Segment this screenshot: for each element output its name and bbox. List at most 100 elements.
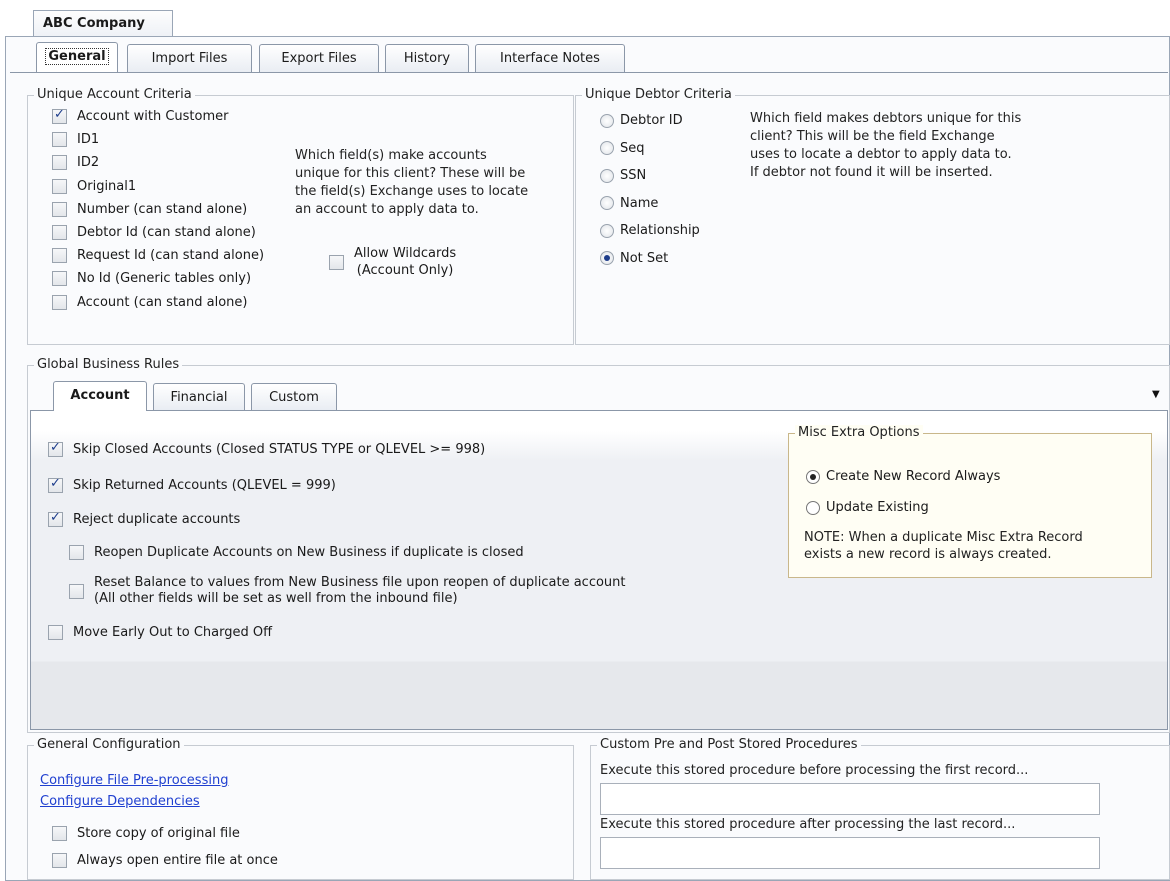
account-criteria-checkbox[interactable]: ID2 bbox=[52, 155, 99, 171]
account-criteria-box[interactable] bbox=[52, 132, 67, 148]
company-tab[interactable]: ABC Company bbox=[33, 10, 173, 37]
tab-interface-notes[interactable]: Interface Notes bbox=[475, 44, 625, 72]
reopen-duplicates-checkbox[interactable]: Reopen Duplicate Accounts on New Busines… bbox=[69, 545, 524, 560]
reject-duplicates-label: Reject duplicate accounts bbox=[73, 512, 241, 527]
create-new-record-radio[interactable]: Create New Record Always bbox=[806, 469, 1000, 484]
chevron-down-icon[interactable]: ▼ bbox=[1152, 389, 1160, 400]
debtor-criteria-radio[interactable]: Seq bbox=[600, 141, 645, 156]
account-criteria-box[interactable] bbox=[52, 107, 67, 124]
after-procedure-label: Execute this stored procedure after proc… bbox=[600, 817, 1016, 832]
update-existing-radio[interactable]: Update Existing bbox=[806, 500, 929, 515]
debtor-criteria-label: Seq bbox=[620, 140, 645, 156]
stored-procedures-title: Custom Pre and Post Stored Procedures bbox=[597, 737, 861, 753]
account-criteria-box[interactable] bbox=[52, 248, 67, 264]
unique-account-help-line: an account to apply data to. bbox=[295, 202, 479, 217]
debtor-criteria-radio-button[interactable] bbox=[600, 141, 614, 155]
account-criteria-box[interactable] bbox=[52, 178, 67, 194]
skip-closed-accounts-label: Skip Closed Accounts (Closed STATUS TYPE… bbox=[73, 442, 486, 457]
debtor-criteria-radio[interactable]: Not Set bbox=[600, 251, 668, 266]
debtor-criteria-label: Debtor ID bbox=[620, 113, 683, 128]
account-criteria-box[interactable] bbox=[52, 271, 67, 287]
tab-strip-line bbox=[10, 72, 1168, 73]
store-copy-label: Store copy of original file bbox=[77, 826, 240, 841]
global-business-rules-title: Global Business Rules bbox=[34, 357, 183, 373]
debtor-criteria-radio[interactable]: Name bbox=[600, 196, 658, 211]
before-procedure-label: Execute this stored procedure before pro… bbox=[600, 763, 1029, 778]
move-early-out-box[interactable] bbox=[48, 625, 63, 640]
debtor-criteria-radio-button[interactable] bbox=[600, 223, 614, 238]
after-procedure-input[interactable] bbox=[600, 837, 1100, 869]
reject-duplicates-box[interactable] bbox=[48, 510, 63, 527]
tab-financial[interactable]: Financial bbox=[153, 383, 245, 410]
update-existing-radio-button[interactable] bbox=[806, 500, 820, 515]
unique-account-help: Which field(s) make accounts unique for … bbox=[295, 147, 528, 219]
debtor-criteria-label: Relationship bbox=[620, 223, 700, 238]
account-criteria-box[interactable] bbox=[52, 294, 67, 310]
unique-debtor-help-line: client? This will be the field Exchange bbox=[750, 129, 995, 144]
account-criteria-box[interactable] bbox=[52, 201, 67, 217]
account-criteria-checkbox[interactable]: Account (can stand alone) bbox=[52, 294, 248, 310]
skip-closed-accounts-checkbox[interactable]: Skip Closed Accounts (Closed STATUS TYPE… bbox=[48, 440, 486, 457]
debtor-criteria-radio-button[interactable] bbox=[600, 251, 614, 265]
configure-preprocessing-link[interactable]: Configure File Pre-processing bbox=[40, 773, 228, 788]
store-copy-checkbox[interactable]: Store copy of original file bbox=[52, 826, 240, 841]
open-entire-file-box[interactable] bbox=[52, 853, 67, 868]
allow-wildcards-checkbox[interactable]: Allow Wildcards (Account Only) bbox=[329, 245, 456, 279]
skip-returned-accounts-checkbox[interactable]: Skip Returned Accounts (QLEVEL = 999) bbox=[48, 476, 336, 493]
tab-import-files-label: Import Files bbox=[151, 51, 228, 66]
before-procedure-input[interactable] bbox=[600, 783, 1100, 815]
debtor-criteria-radio[interactable]: Relationship bbox=[600, 223, 700, 238]
unique-account-help-line: unique for this client? These will be bbox=[295, 166, 526, 181]
debtor-criteria-radio-button[interactable] bbox=[600, 113, 614, 128]
open-entire-file-checkbox[interactable]: Always open entire file at once bbox=[52, 853, 278, 868]
account-criteria-checkbox[interactable]: ID1 bbox=[52, 132, 99, 148]
create-new-record-radio-button[interactable] bbox=[806, 469, 820, 484]
configure-dependencies-link[interactable]: Configure Dependencies bbox=[40, 794, 200, 809]
account-criteria-checkbox[interactable]: Request Id (can stand alone) bbox=[52, 248, 265, 264]
tab-general[interactable]: General bbox=[36, 42, 118, 72]
account-criteria-checkbox[interactable]: No Id (Generic tables only) bbox=[52, 271, 251, 287]
company-tab-label: ABC Company bbox=[43, 16, 145, 31]
misc-extra-note-line: NOTE: When a duplicate Misc Extra Record bbox=[804, 530, 1083, 545]
debtor-criteria-radio[interactable]: SSN bbox=[600, 168, 646, 183]
misc-extra-options-title: Misc Extra Options bbox=[795, 425, 923, 441]
reset-balance-checkbox[interactable]: Reset Balance to values from New Busines… bbox=[69, 575, 626, 607]
debtor-criteria-radio[interactable]: Debtor ID bbox=[600, 113, 683, 128]
account-criteria-checkbox[interactable]: Original1 bbox=[52, 178, 136, 194]
move-early-out-label: Move Early Out to Charged Off bbox=[73, 625, 273, 640]
allow-wildcards-label: Allow Wildcards bbox=[354, 246, 457, 261]
reject-duplicates-checkbox[interactable]: Reject duplicate accounts bbox=[48, 510, 241, 527]
account-criteria-checkbox[interactable]: Debtor Id (can stand alone) bbox=[52, 225, 256, 240]
allow-wildcards-box[interactable] bbox=[329, 254, 344, 270]
open-entire-file-label: Always open entire file at once bbox=[77, 853, 278, 868]
tab-history-label: History bbox=[403, 51, 451, 66]
tab-account[interactable]: Account bbox=[53, 381, 147, 411]
reset-balance-sublabel: (All other fields will be set as well fr… bbox=[94, 591, 458, 606]
account-criteria-box[interactable] bbox=[52, 155, 67, 171]
account-criteria-box[interactable] bbox=[52, 225, 67, 240]
tab-history[interactable]: History bbox=[385, 44, 469, 72]
unique-debtor-help-line: Which field makes debtors unique for thi… bbox=[750, 111, 1022, 126]
skip-closed-accounts-box[interactable] bbox=[48, 440, 63, 457]
tab-import-files[interactable]: Import Files bbox=[127, 44, 252, 72]
tab-financial-label: Financial bbox=[170, 390, 228, 405]
store-copy-box[interactable] bbox=[52, 826, 67, 841]
account-criteria-checkbox[interactable]: Number (can stand alone) bbox=[52, 201, 247, 217]
skip-returned-accounts-label: Skip Returned Accounts (QLEVEL = 999) bbox=[73, 478, 336, 493]
unique-account-criteria-title: Unique Account Criteria bbox=[34, 87, 195, 103]
account-criteria-label: Request Id (can stand alone) bbox=[77, 248, 265, 264]
reopen-duplicates-box[interactable] bbox=[69, 545, 84, 560]
move-early-out-checkbox[interactable]: Move Early Out to Charged Off bbox=[48, 625, 272, 640]
skip-returned-accounts-box[interactable] bbox=[48, 476, 63, 493]
account-criteria-checkbox[interactable]: Account with Customer bbox=[52, 107, 228, 124]
debtor-criteria-radio-button[interactable] bbox=[600, 168, 614, 183]
tab-export-files[interactable]: Export Files bbox=[259, 44, 379, 72]
debtor-criteria-label: Name bbox=[620, 195, 659, 211]
account-criteria-label: Account (can stand alone) bbox=[77, 294, 248, 310]
reset-balance-box[interactable] bbox=[69, 583, 84, 599]
tab-custom[interactable]: Custom bbox=[251, 383, 337, 410]
unique-account-help-line: Which field(s) make accounts bbox=[295, 148, 487, 163]
reset-balance-label: Reset Balance to values from New Busines… bbox=[94, 575, 626, 590]
debtor-criteria-radio-button[interactable] bbox=[600, 196, 614, 210]
misc-extra-note-line: exists a new record is always created. bbox=[804, 547, 1052, 562]
